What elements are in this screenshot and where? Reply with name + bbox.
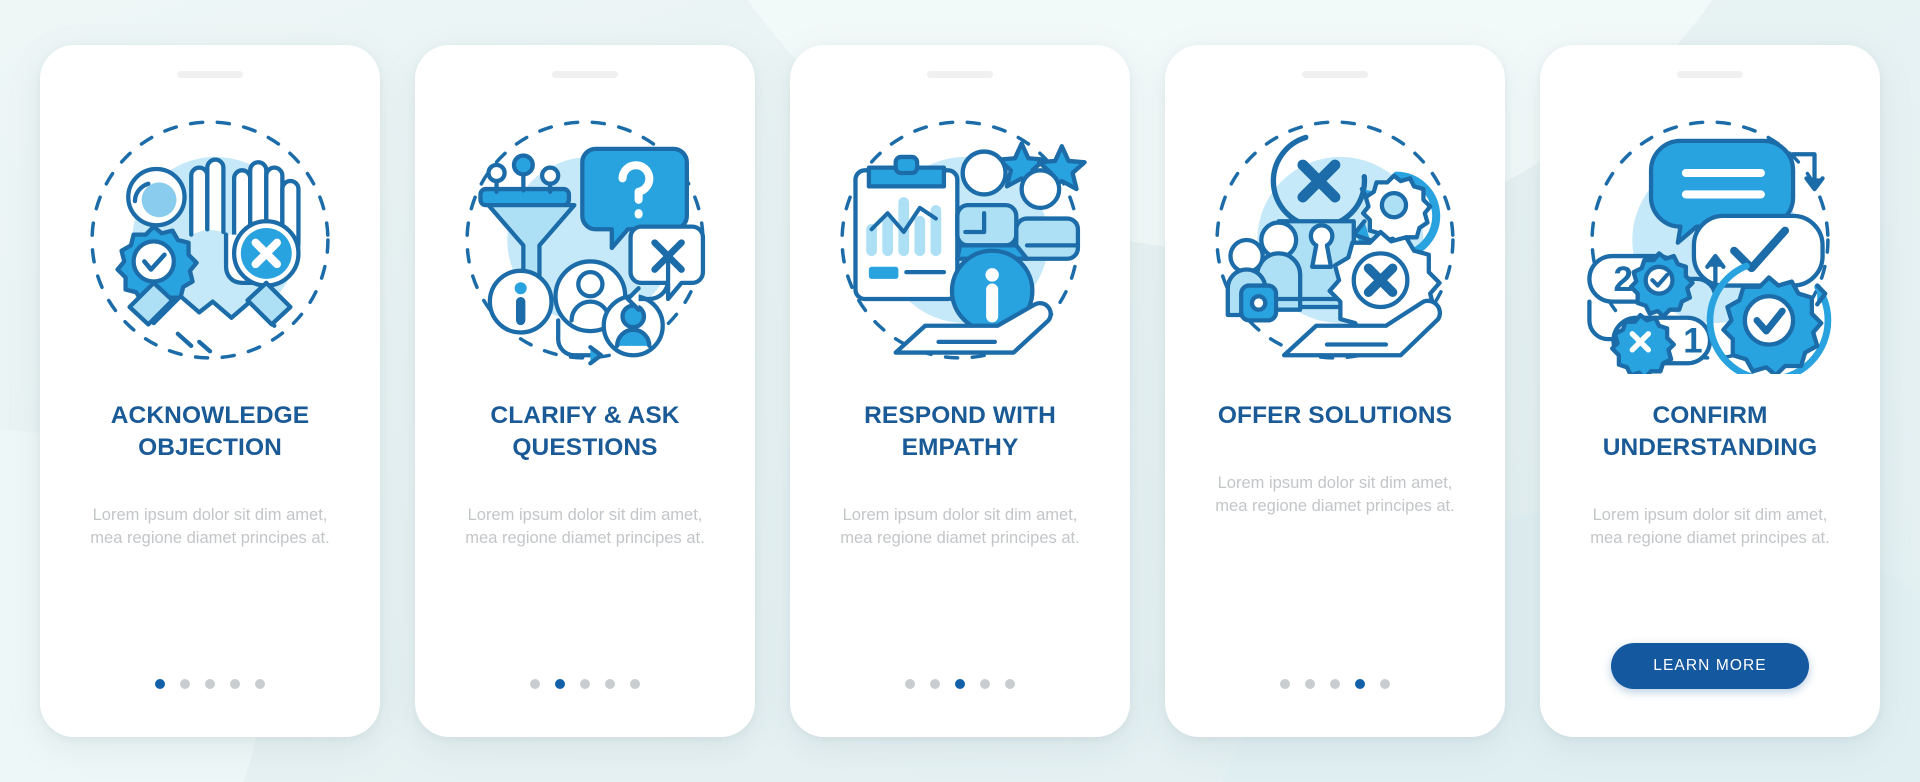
phone-speaker-bar — [552, 71, 618, 78]
pagination-dot-3[interactable] — [205, 679, 215, 689]
pagination-dot-3[interactable] — [955, 679, 965, 689]
screen-footer — [415, 679, 755, 689]
pagination-dot-1[interactable] — [530, 679, 540, 689]
pagination-dot-1[interactable] — [905, 679, 915, 689]
onboarding-screen-row: ACKNOWLEDGE OBJECTION Lorem ipsum dolor … — [0, 0, 1920, 782]
pagination-dot-2[interactable] — [930, 679, 940, 689]
handshake-gear-check-hand-stop-icon — [76, 106, 344, 374]
onboarding-screen-offer-solutions: OFFER SOLUTIONS Lorem ipsum dolor sit di… — [1165, 45, 1505, 737]
pagination-dot-2[interactable] — [555, 679, 565, 689]
screen-title: ACKNOWLEDGE OBJECTION — [110, 402, 310, 461]
onboarding-screen-clarify-ask-questions: CLARIFY & ASK QUESTIONS Lorem ipsum dolo… — [415, 45, 755, 737]
pagination-dot-5[interactable] — [255, 679, 265, 689]
pagination-dot-4[interactable] — [980, 679, 990, 689]
pagination-dot-4[interactable] — [605, 679, 615, 689]
onboarding-screen-acknowledge-objection: ACKNOWLEDGE OBJECTION Lorem ipsum dolor … — [40, 45, 380, 737]
screen-body-text: Lorem ipsum dolor sit dim amet, mea regi… — [1590, 505, 1830, 548]
svg-text:1: 1 — [1683, 322, 1702, 361]
screen-body-text: Lorem ipsum dolor sit dim amet, mea regi… — [1215, 473, 1455, 516]
pagination-dot-1[interactable] — [155, 679, 165, 689]
pagination-dots — [530, 679, 640, 689]
pagination-dot-4[interactable] — [1355, 679, 1365, 689]
pagination-dot-5[interactable] — [1380, 679, 1390, 689]
pagination-dot-5[interactable] — [1005, 679, 1015, 689]
screen-title: CONFIRM UNDERSTANDING — [1602, 402, 1818, 461]
funnel-question-bubble-users-icon — [451, 106, 719, 374]
phone-speaker-bar — [1302, 71, 1368, 78]
pagination-dot-2[interactable] — [180, 679, 190, 689]
screen-title: OFFER SOLUTIONS — [1217, 402, 1453, 429]
phone-speaker-bar — [927, 71, 993, 78]
screen-title: RESPOND WITH EMPATHY — [864, 402, 1056, 461]
pagination-dot-5[interactable] — [630, 679, 640, 689]
screen-title: CLARIFY & ASK QUESTIONS — [490, 402, 680, 461]
screen-footer — [790, 679, 1130, 689]
clipboard-chart-people-stars-info-hand-icon — [826, 106, 1094, 374]
onboarding-screen-respond-with-empathy: RESPOND WITH EMPATHY Lorem ipsum dolor s… — [790, 45, 1130, 737]
phone-speaker-bar — [1677, 71, 1743, 78]
screen-body-text: Lorem ipsum dolor sit dim amet, mea regi… — [465, 505, 705, 548]
learn-more-button[interactable]: LEARN MORE — [1611, 643, 1809, 689]
onboarding-screen-confirm-understanding: 2 1 CONFIRM UNDERSTANDING Lorem ipsum do… — [1540, 45, 1880, 737]
screen-footer — [1165, 679, 1505, 689]
screen-body-text: Lorem ipsum dolor sit dim amet, mea regi… — [90, 505, 330, 548]
screen-footer: LEARN MORE — [1540, 643, 1880, 689]
pagination-dots — [155, 679, 265, 689]
svg-text:2: 2 — [1614, 260, 1633, 299]
people-keyhole-gears-cross-hand-icon — [1201, 106, 1469, 374]
screen-body-text: Lorem ipsum dolor sit dim amet, mea regi… — [840, 505, 1080, 548]
pagination-dots — [1280, 679, 1390, 689]
pagination-dot-2[interactable] — [1305, 679, 1315, 689]
pagination-dot-4[interactable] — [230, 679, 240, 689]
screen-footer — [40, 679, 380, 689]
pagination-dot-1[interactable] — [1280, 679, 1290, 689]
pagination-dots — [905, 679, 1015, 689]
pagination-dot-3[interactable] — [580, 679, 590, 689]
phone-speaker-bar — [177, 71, 243, 78]
speech-bubbles-check-steps-gear-icon: 2 1 — [1576, 106, 1844, 374]
pagination-dot-3[interactable] — [1330, 679, 1340, 689]
